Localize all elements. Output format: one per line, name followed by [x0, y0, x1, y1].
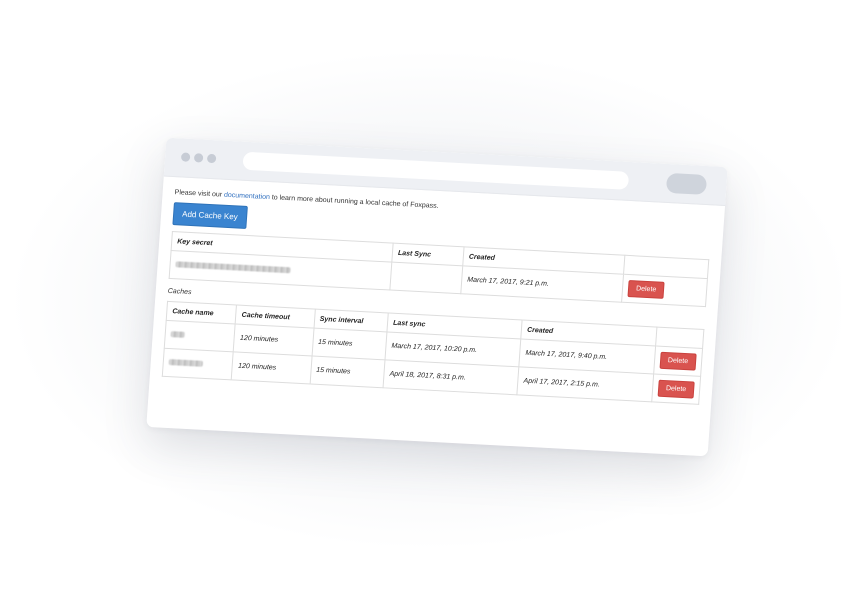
last-sync-cell: April 18, 2017, 8:31 p.m. — [383, 359, 520, 395]
cache-timeout-cell: 120 minutes — [233, 323, 314, 357]
actions-cell: Delete — [621, 274, 708, 307]
browser-window: Please visit our documentation to learn … — [146, 137, 728, 457]
created-cell: April 17, 2017, 2:15 p.m. — [517, 366, 654, 402]
cache-timeout-cell: 120 minutes — [231, 351, 312, 384]
delete-cache-button[interactable]: Delete — [659, 351, 697, 371]
redacted-key-secret — [175, 260, 291, 273]
redacted-cache-name — [170, 330, 185, 338]
intro-after-link: to learn more about running a local cach… — [269, 194, 439, 210]
delete-cache-button[interactable]: Delete — [657, 379, 695, 399]
documentation-link[interactable]: documentation — [224, 192, 270, 201]
cache-name-cell — [164, 320, 236, 352]
cache-name-cell — [162, 348, 234, 380]
actions-cell: Delete — [651, 373, 701, 405]
sync-interval-cell: 15 minutes — [311, 328, 388, 360]
delete-key-button[interactable]: Delete — [627, 280, 665, 299]
intro-before-link: Please visit our — [174, 189, 225, 199]
window-dot-icon — [180, 152, 191, 162]
stage: Please visit our documentation to learn … — [0, 0, 841, 602]
add-cache-key-button[interactable]: Add Cache Key — [172, 202, 248, 229]
actions-cell: Delete — [653, 345, 703, 377]
column-header-actions — [655, 327, 704, 349]
page-content: Please visit our documentation to learn … — [149, 177, 725, 414]
last-sync-cell — [389, 262, 463, 294]
browser-button[interactable] — [665, 172, 708, 195]
sync-interval-cell: 15 minutes — [309, 356, 386, 388]
redacted-cache-name — [168, 358, 204, 367]
window-dot-icon — [206, 153, 217, 164]
window-dot-icon — [193, 153, 204, 163]
